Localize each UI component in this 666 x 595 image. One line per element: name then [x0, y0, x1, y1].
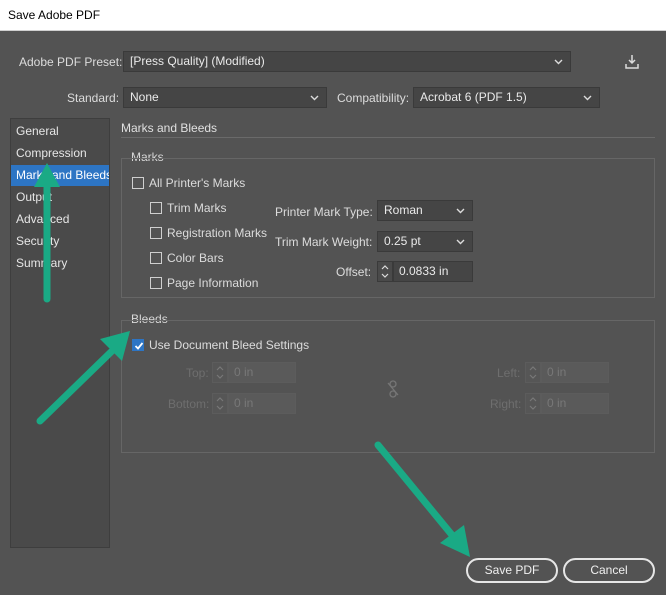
bleed-top-field[interactable]: 0 in: [228, 362, 296, 383]
chevron-down-icon: [554, 59, 563, 65]
bleed-left-field[interactable]: 0 in: [541, 362, 609, 383]
page-information-label: Page Information: [167, 276, 259, 290]
all-printers-marks-checkbox[interactable]: [132, 177, 144, 189]
printer-mark-type-value: Roman: [384, 203, 423, 217]
bleed-bottom-field[interactable]: 0 in: [228, 393, 296, 414]
sidebar-item-compression[interactable]: Compression: [11, 143, 109, 164]
offset-field[interactable]: 0.0833 in: [393, 261, 473, 282]
stepper-arrows-icon: [529, 366, 537, 379]
use-document-bleed-label: Use Document Bleed Settings: [149, 338, 310, 352]
stepper-arrows-icon: [216, 397, 224, 410]
stepper-arrows-icon: [529, 397, 537, 410]
color-bars-label: Color Bars: [167, 251, 224, 265]
offset-stepper[interactable]: 0.0833 in: [377, 261, 473, 282]
checkmark-icon: [134, 342, 144, 350]
category-sidebar: General Compression Marks and Bleeds Out…: [10, 118, 110, 548]
stepper-arrows-icon: [216, 366, 224, 379]
standard-label: Standard:: [67, 91, 120, 105]
bleed-left-arrows[interactable]: [525, 362, 541, 383]
chevron-down-icon: [583, 95, 592, 101]
chevron-down-icon: [456, 208, 465, 214]
bleed-top-label: Top:: [186, 366, 209, 380]
printer-mark-type-label: Printer Mark Type:: [275, 205, 373, 219]
color-bars-checkbox[interactable]: [150, 252, 162, 264]
compatibility-label: Compatibility:: [337, 91, 410, 105]
trim-mark-weight-value: 0.25 pt: [384, 234, 421, 248]
sidebar-item-security[interactable]: Security: [11, 231, 109, 252]
registration-marks-label: Registration Marks: [167, 226, 268, 240]
save-preset-icon[interactable]: [623, 53, 641, 71]
stepper-arrows-icon: [381, 265, 389, 278]
preset-value: [Press Quality] (Modified): [130, 54, 265, 68]
page-information-checkbox[interactable]: [150, 277, 162, 289]
sidebar-item-marks-and-bleeds[interactable]: Marks and Bleeds: [11, 165, 109, 186]
compatibility-select[interactable]: Acrobat 6 (PDF 1.5): [413, 87, 600, 108]
bleed-top-stepper[interactable]: 0 in: [212, 362, 296, 383]
save-pdf-button[interactable]: Save PDF: [466, 558, 558, 583]
annotation-arrow-down-icon: [374, 441, 470, 557]
use-document-bleed-checkbox[interactable]: [132, 339, 144, 351]
preset-label: Adobe PDF Preset:: [19, 55, 123, 69]
window-title: Save Adobe PDF: [8, 8, 101, 22]
bleed-right-arrows[interactable]: [525, 393, 541, 414]
bleed-bottom-label: Bottom:: [168, 397, 210, 411]
bleed-bottom-arrows[interactable]: [212, 393, 228, 414]
bleed-right-stepper[interactable]: 0 in: [525, 393, 609, 414]
chevron-down-icon: [456, 239, 465, 245]
compatibility-value: Acrobat 6 (PDF 1.5): [420, 90, 527, 104]
trim-mark-weight-label: Trim Mark Weight:: [275, 235, 373, 249]
sidebar-item-general[interactable]: General: [11, 121, 109, 142]
trim-marks-checkbox[interactable]: [150, 202, 162, 214]
chevron-down-icon: [310, 95, 319, 101]
bleed-right-label: Right:: [490, 397, 522, 411]
registration-marks-checkbox[interactable]: [150, 227, 162, 239]
sidebar-item-summary[interactable]: Summary: [11, 253, 109, 274]
cancel-button[interactable]: Cancel: [563, 558, 655, 583]
bleed-bottom-stepper[interactable]: 0 in: [212, 393, 296, 414]
trim-mark-weight-select[interactable]: 0.25 pt: [377, 231, 473, 252]
window-titlebar: Save Adobe PDF: [0, 0, 666, 31]
offset-label: Offset:: [336, 265, 372, 279]
standard-select[interactable]: None: [123, 87, 327, 108]
bleed-top-arrows[interactable]: [212, 362, 228, 383]
bleed-left-label: Left:: [497, 366, 521, 380]
trim-marks-label: Trim Marks: [167, 201, 227, 215]
link-broken-icon[interactable]: [386, 380, 400, 398]
bleed-left-stepper[interactable]: 0 in: [525, 362, 609, 383]
panel-divider: [121, 137, 655, 138]
sidebar-item-output[interactable]: Output: [11, 187, 109, 208]
offset-stepper-arrows[interactable]: [377, 261, 393, 282]
all-printers-marks-label: All Printer's Marks: [149, 176, 246, 190]
panel-title: Marks and Bleeds: [121, 121, 218, 135]
preset-select[interactable]: [Press Quality] (Modified): [123, 51, 571, 72]
sidebar-item-advanced[interactable]: Advanced: [11, 209, 109, 230]
save-pdf-dialog: Adobe PDF Preset: [Press Quality] (Modif…: [0, 31, 666, 595]
standard-value: None: [130, 90, 159, 104]
printer-mark-type-select[interactable]: Roman: [377, 200, 473, 221]
bleed-right-field[interactable]: 0 in: [541, 393, 609, 414]
